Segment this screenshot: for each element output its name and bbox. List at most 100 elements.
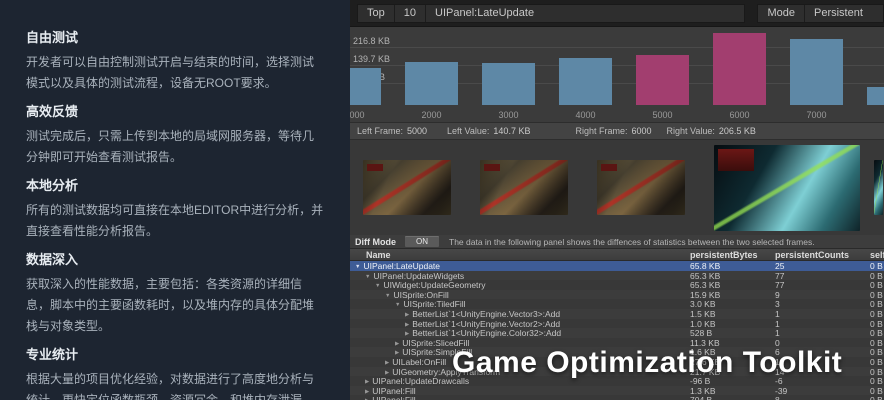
- row-persistent-counts: 6: [775, 347, 858, 357]
- table-row[interactable]: ▶UISprite:SimpleFill1.6 KB60 B: [350, 347, 884, 357]
- status-value: 5000: [407, 126, 427, 136]
- triangle-right-icon[interactable]: ▶: [405, 312, 409, 318]
- row-self-bytes: 0 B: [858, 319, 884, 329]
- triangle-right-icon[interactable]: ▶: [365, 389, 369, 395]
- triangle-down-icon[interactable]: ▼: [385, 293, 390, 299]
- chart-bar-frame-8000[interactable]: [867, 87, 884, 105]
- stats-table: ▼UIPanel:LateUpdate65.8 KB250 B▼UIPanel:…: [350, 261, 884, 400]
- triangle-down-icon[interactable]: ▼: [395, 302, 400, 308]
- table-row[interactable]: ▶UISprite:SlicedFill11.3 KB00 B: [350, 338, 884, 348]
- table-row[interactable]: ▶UIPanel:Fill704 B80 B: [350, 395, 884, 400]
- row-name-label: UIPanel:LateUpdate: [363, 261, 440, 271]
- triangle-right-icon[interactable]: ▶: [405, 322, 409, 328]
- frame-thumbnail-3[interactable]: [597, 160, 685, 215]
- row-persistent-bytes: 1.0 KB: [690, 319, 775, 329]
- row-persistent-counts: 77: [775, 280, 858, 290]
- table-row[interactable]: ▼UISprite:TiledFill3.0 KB30 B: [350, 299, 884, 309]
- frame-screenshot-strip: [350, 140, 884, 235]
- feature-panel: 自由测试开发者可以自由控制测试开启与结束的时间，选择测试模式以及具体的测试流程，…: [0, 0, 350, 400]
- triangle-right-icon[interactable]: ▶: [385, 370, 389, 376]
- column-name[interactable]: Name: [350, 250, 690, 260]
- mode-select[interactable]: Persistent: [805, 5, 883, 22]
- table-row[interactable]: ▼UISprite:OnFill15.9 KB90 B: [350, 290, 884, 300]
- chart-bar-frame-1000[interactable]: [350, 68, 381, 105]
- row-name: ▶UIGeometry:ApplyTransform: [350, 367, 690, 377]
- chart-bar-frame-5000[interactable]: [636, 55, 689, 105]
- chart-bar-frame-3000[interactable]: [482, 63, 535, 105]
- table-header: Name persistentBytes persistentCounts se…: [350, 248, 884, 261]
- table-row[interactable]: ▶UIPanel:Fill1.3 KB-390 B: [350, 386, 884, 396]
- feature-body: 所有的测试数据均可直接在本地EDITOR中进行分析，并直接查看性能分析报告。: [26, 200, 324, 242]
- row-name: ▼UISprite:TiledFill: [350, 299, 690, 309]
- triangle-right-icon[interactable]: ▶: [395, 341, 399, 347]
- table-row[interactable]: ▶UILabel:OnFill27.6 KB110 B: [350, 357, 884, 367]
- frame-thumbnail-1[interactable]: [363, 160, 451, 215]
- triangle-right-icon[interactable]: ▶: [395, 350, 399, 356]
- table-row[interactable]: ▶BetterList`1<UnityEngine.Color32>:Add52…: [350, 328, 884, 338]
- row-name-label: BetterList`1<UnityEngine.Vector3>:Add: [412, 309, 560, 319]
- column-persistent-counts[interactable]: persistentCounts: [775, 250, 858, 260]
- x-axis-tick: 2000: [421, 110, 441, 120]
- status-item-1: Left Frame:5000: [357, 126, 427, 136]
- table-row[interactable]: ▶BetterList`1<UnityEngine.Vector3>:Add 1.…: [350, 309, 884, 319]
- row-persistent-bytes: 21.7 KB: [690, 367, 775, 377]
- top-count-input[interactable]: 10: [395, 5, 426, 22]
- triangle-right-icon[interactable]: ▶: [365, 379, 369, 385]
- row-name: ▶UISprite:SimpleFill: [350, 347, 690, 357]
- mode-group: Mode Persistent: [757, 4, 884, 23]
- status-label: Right Value:: [667, 126, 715, 136]
- table-row[interactable]: ▶UIPanel:UpdateDrawcalls-96 B-60 B: [350, 376, 884, 386]
- row-self-bytes: 0 B: [858, 357, 884, 367]
- triangle-down-icon[interactable]: ▼: [355, 264, 360, 270]
- feature-body: 测试完成后，只需上传到本地的局域网服务器，等待几分钟即可开始查看测试报告。: [26, 126, 324, 168]
- triangle-right-icon[interactable]: ▶: [405, 331, 409, 337]
- row-persistent-bytes: 65.3 KB: [690, 280, 775, 290]
- chart-bar-frame-6000[interactable]: [713, 33, 766, 105]
- row-name: ▶UISprite:SlicedFill: [350, 338, 690, 348]
- table-row[interactable]: ▶UIGeometry:ApplyTransform21.7 KB140 B: [350, 367, 884, 377]
- table-row[interactable]: ▼UIWidget:UpdateGeometry65.3 KB770 B: [350, 280, 884, 290]
- triangle-down-icon[interactable]: ▼: [375, 283, 380, 289]
- row-name-label: UIPanel:Fill: [372, 395, 415, 400]
- diff-mode-toggle[interactable]: ON: [405, 236, 439, 247]
- row-persistent-counts: 0: [775, 338, 858, 348]
- column-persistent-bytes[interactable]: persistentBytes: [690, 250, 775, 260]
- row-self-bytes: 0 B: [858, 309, 884, 319]
- row-name: ▶UIPanel:UpdateDrawcalls: [350, 376, 690, 386]
- table-row[interactable]: ▼UIPanel:UpdateWidgets65.3 KB770 B: [350, 271, 884, 281]
- row-persistent-bytes: 528 B: [690, 328, 775, 338]
- status-label: Right Frame:: [575, 126, 627, 136]
- frame-thumbnail-4[interactable]: [714, 145, 860, 231]
- filter-input[interactable]: UIPanel:LateUpdate: [426, 5, 744, 22]
- row-persistent-counts: 1: [775, 319, 858, 329]
- row-self-bytes: 0 B: [858, 347, 884, 357]
- row-persistent-counts: 77: [775, 271, 858, 281]
- feature-section-4: 数据深入获取深入的性能数据，主要包括：各类资源的详细信息，脚本中的主要函数耗时，…: [26, 252, 324, 337]
- chart-bar-frame-4000[interactable]: [559, 58, 612, 105]
- row-self-bytes: 0 B: [858, 376, 884, 386]
- row-self-bytes: 0 B: [858, 280, 884, 290]
- frame-thumbnail-2[interactable]: [480, 160, 568, 215]
- column-self[interactable]: self: [858, 250, 884, 260]
- chart-bar-frame-2000[interactable]: [405, 62, 458, 105]
- chart-bar-frame-7000[interactable]: [790, 39, 843, 105]
- row-persistent-counts: 25: [775, 261, 858, 271]
- table-row[interactable]: ▶BetterList`1<UnityEngine.Vector2>:Add 1.…: [350, 319, 884, 329]
- table-row[interactable]: ▼UIPanel:LateUpdate65.8 KB250 B: [350, 261, 884, 271]
- row-persistent-bytes: 3.0 KB: [690, 299, 775, 309]
- row-name: ▶BetterList`1<UnityEngine.Color32>:Add: [350, 328, 690, 338]
- triangle-down-icon[interactable]: ▼: [365, 274, 370, 280]
- row-persistent-counts: 1: [775, 328, 858, 338]
- x-axis-tick: 4000: [575, 110, 595, 120]
- row-name-label: BetterList`1<UnityEngine.Vector2>:Add: [412, 319, 560, 329]
- triangle-right-icon[interactable]: ▶: [385, 360, 389, 366]
- row-persistent-bytes: 1.5 KB: [690, 309, 775, 319]
- status-label: Left Value:: [447, 126, 489, 136]
- status-value: 6000: [631, 126, 651, 136]
- frame-thumbnail-5[interactable]: [874, 160, 883, 215]
- feature-body: 根据大量的项目优化经验，对数据进行了高度地分析与统计，更快定位函数瓶颈，资源冗余…: [26, 369, 324, 400]
- status-item-2: Left Value:140.7 KB: [447, 126, 530, 136]
- diff-mode-message: The data in the following panel shows th…: [449, 237, 815, 247]
- row-persistent-bytes: 11.3 KB: [690, 338, 775, 348]
- row-persistent-bytes: 1.6 KB: [690, 347, 775, 357]
